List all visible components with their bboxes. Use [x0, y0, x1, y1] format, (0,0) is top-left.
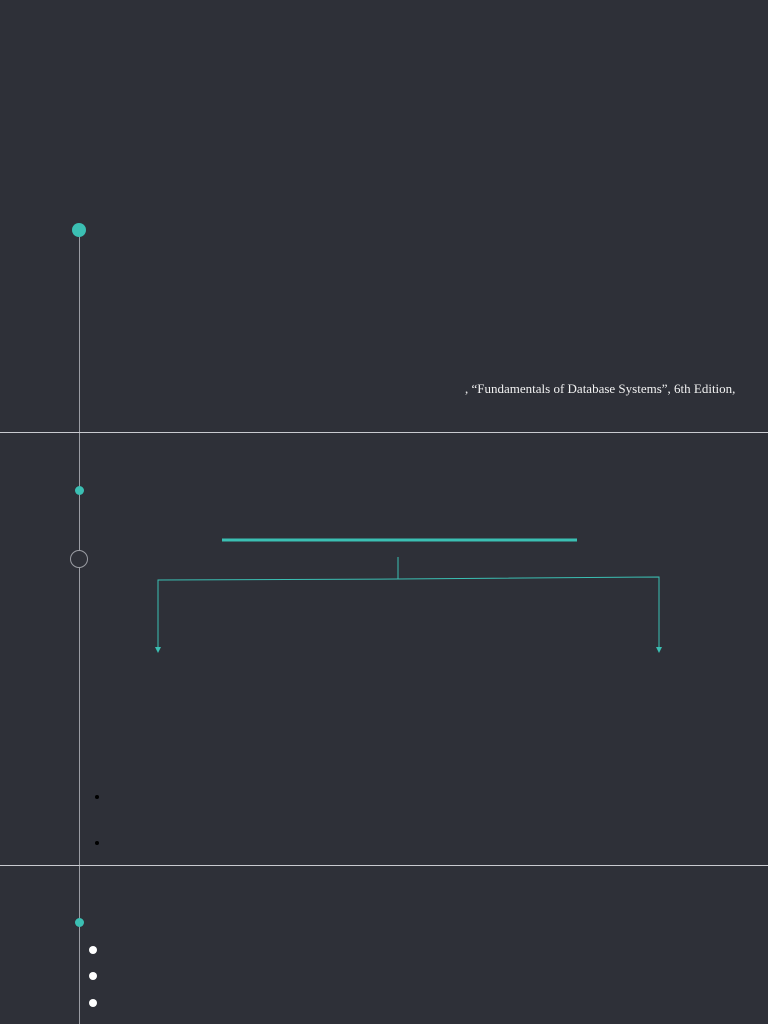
bullet	[89, 946, 97, 954]
bullet	[89, 972, 97, 980]
bullet	[95, 841, 99, 845]
branch-right	[397, 576, 660, 648]
hierarchy-diagram	[155, 538, 662, 653]
bullet	[89, 999, 97, 1007]
bullet	[95, 795, 99, 799]
slide-divider	[0, 865, 768, 866]
timeline-dot-3	[75, 918, 84, 927]
branch-left	[157, 578, 399, 648]
arrow-left-icon	[155, 647, 161, 653]
arrow-right-icon	[656, 647, 662, 653]
